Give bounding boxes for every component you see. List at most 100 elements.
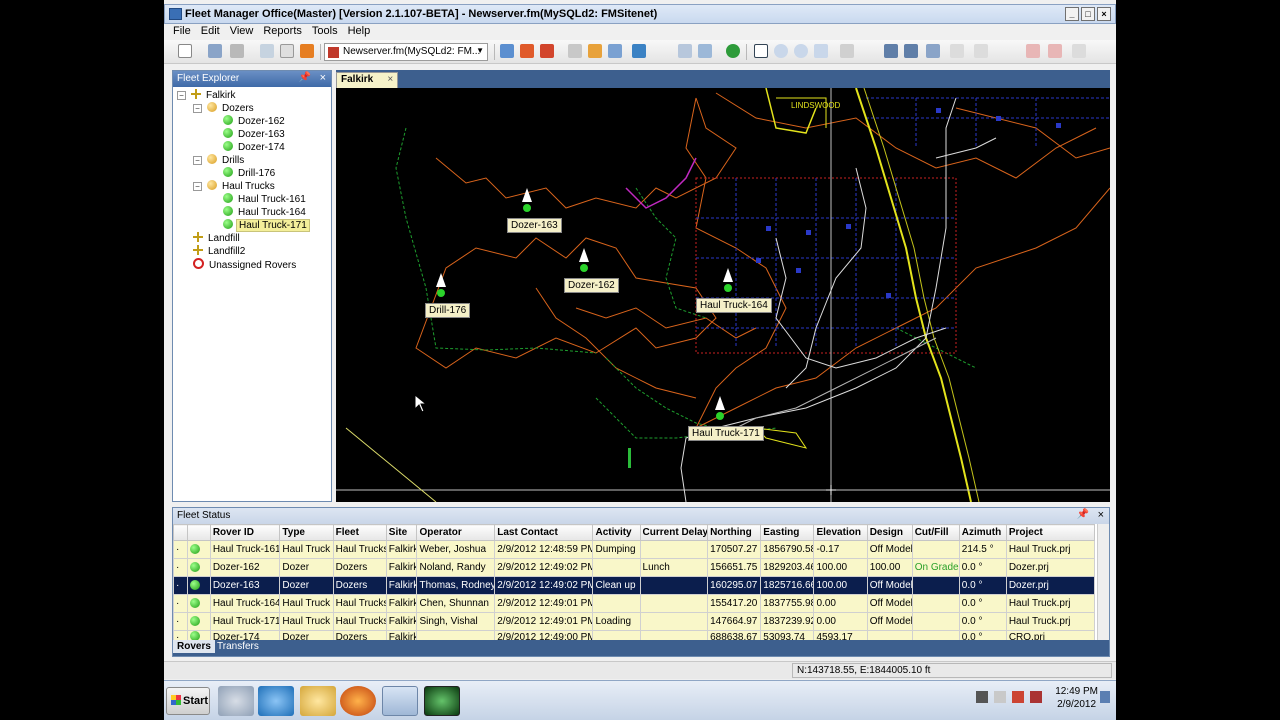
start-button[interactable]: Start [166,687,210,715]
tray-arrow-icon[interactable] [976,691,988,703]
table-row[interactable]: · Dozer-162 Dozer Dozers Falkirk Noland, Rand… [172,558,1096,577]
table-row[interactable]: · Haul Truck-161 Haul Truck Haul Trucks Falk… [172,540,1096,559]
tree-node-dozer-163[interactable]: Dozer-163 [223,128,287,141]
column-header-azimuth[interactable]: Azimuth [958,524,1007,541]
tree-node-unassigned[interactable]: Unassigned Rovers [193,258,298,271]
alarm-icon[interactable] [540,44,554,58]
zoom-window-icon[interactable] [814,44,828,58]
menu-file[interactable]: File [168,24,196,40]
taskbar-screen-recorder-icon[interactable] [424,686,460,716]
remove-icon[interactable] [1048,44,1062,58]
export-icon[interactable] [588,44,602,58]
column-header-operator[interactable]: Operator [416,524,496,541]
zoom-extents-icon[interactable] [754,44,768,58]
table-row[interactable]: · Dozer-163 Dozer Dozers Falkirk Thomas, Rodn… [172,576,1096,595]
tab-falkirk[interactable]: Falkirk × [336,72,399,88]
print-icon[interactable] [950,44,964,58]
tree-node-dozer-174[interactable]: Dozer-174 [223,141,287,154]
close-tab-icon[interactable]: × [387,74,393,85]
column-header-type[interactable]: Type [279,524,334,541]
column-header-design[interactable]: Design [866,524,913,541]
collapse-icon[interactable]: − [177,91,186,100]
tree-node-drill-176[interactable]: Drill-176 [223,167,277,180]
column-header-elevation[interactable]: Elevation [813,524,868,541]
table-row[interactable]: · Haul Truck-171 Haul Truck Haul Trucks Falk… [172,612,1096,631]
row-indicator[interactable]: · [172,612,189,631]
row-indicator[interactable]: · [172,558,189,577]
pan-hand-icon[interactable] [840,44,854,58]
display-icon[interactable] [884,44,898,58]
tool-icon[interactable] [260,44,274,58]
tree-node-falkirk[interactable]: − Falkirk [177,89,237,102]
save-icon[interactable] [230,44,244,58]
refresh-icon[interactable] [726,44,740,58]
row-indicator[interactable]: · [172,540,189,559]
collapse-icon[interactable]: − [193,104,202,113]
show-desktop-icon[interactable] [1100,691,1110,703]
tab-rovers[interactable]: Rovers [173,640,215,653]
column-header-cut-fill[interactable]: Cut/Fill [911,524,960,541]
menu-reports[interactable]: Reports [258,24,307,40]
tray-volume-icon[interactable] [1030,691,1042,703]
close-icon[interactable]: × [320,72,326,84]
taskbar-explorer-icon[interactable] [300,686,336,716]
menu-view[interactable]: View [225,24,259,40]
pin-icon[interactable]: 📌 [1077,509,1089,520]
tab-transfers[interactable]: Transfers [213,640,263,653]
column-header-project[interactable]: Project [1005,524,1096,541]
column-header-rover-id[interactable]: Rover ID [209,524,281,541]
tree-node-haul-trucks[interactable]: − Haul Trucks [193,180,277,193]
taskbar-powershell-icon[interactable] [258,686,294,716]
taskbar-firefox-icon[interactable] [340,686,376,716]
column-header-easting[interactable]: Easting [760,524,815,541]
column-header-fleet[interactable]: Fleet [332,524,387,541]
taskbar-server-manager-icon[interactable] [218,686,254,716]
tree-node-landfill[interactable]: Landfill [193,232,242,245]
menu-edit[interactable]: Edit [196,24,225,40]
tray-network-icon[interactable] [1012,691,1024,703]
tree-node-drills[interactable]: − Drills [193,154,246,167]
table-row[interactable]: · Haul Truck-164 Haul Truck Haul Trucks Falk… [172,594,1096,613]
tree-node-dozer-162[interactable]: Dozer-162 [223,115,287,128]
connection-combo[interactable]: Newserver.fm(MySQLd2: FM... ▼ [324,43,488,61]
collapse-icon[interactable]: − [193,156,202,165]
edit-icon[interactable] [698,44,712,58]
fleet-icon[interactable] [500,44,514,58]
rover-icon[interactable] [520,44,534,58]
settings-icon[interactable] [926,44,940,58]
options-icon[interactable] [1072,44,1086,58]
minimize-button[interactable]: _ [1065,7,1079,21]
maximize-button[interactable]: □ [1081,7,1095,21]
query-icon[interactable] [632,44,646,58]
layers-icon[interactable] [678,44,692,58]
column-header-last-contact[interactable]: Last Contact [494,524,594,541]
close-icon[interactable]: × [1098,509,1104,521]
tree-node-haul-truck-171[interactable]: Haul Truck-171 [223,219,310,232]
tree-node-haul-truck-161[interactable]: Haul Truck-161 [223,193,308,206]
zoom-in-icon[interactable] [774,44,788,58]
copy-icon[interactable] [974,44,988,58]
close-button[interactable]: × [1097,7,1111,21]
tree-node-dozers[interactable]: − Dozers [193,102,256,115]
tree-node-landfill2[interactable]: Landfill2 [193,245,247,258]
clock[interactable]: 12:49 PM 2/9/2012 [1055,685,1098,711]
map-canvas[interactable]: LINDSWOOD Dozer-163 Dozer-162 Drill-176 … [336,88,1110,502]
grid-icon[interactable] [904,44,918,58]
column-header-northing[interactable]: Northing [707,524,762,541]
menu-help[interactable]: Help [343,24,376,40]
vertical-scrollbar[interactable] [1097,524,1109,640]
new-icon[interactable] [178,44,192,58]
checklist-icon[interactable] [280,44,294,58]
delete-icon[interactable] [1026,44,1040,58]
pin-icon[interactable]: 📌 [299,72,311,83]
zoom-out-icon[interactable] [794,44,808,58]
alert-icon[interactable] [300,44,314,58]
document-icon[interactable] [568,44,582,58]
row-indicator[interactable]: · [172,576,189,595]
column-header-activity[interactable]: Activity [592,524,641,541]
column-header-current-delay[interactable]: Current Delay [639,524,709,541]
tree-node-haul-truck-164[interactable]: Haul Truck-164 [223,206,308,219]
column-header-site[interactable]: Site [385,524,418,541]
tray-flag-icon[interactable] [994,691,1006,703]
taskbar-fleet-manager-icon[interactable] [382,686,418,716]
